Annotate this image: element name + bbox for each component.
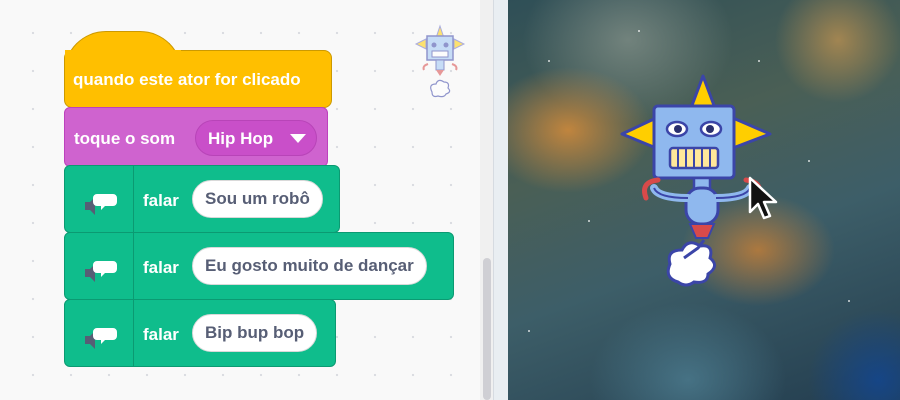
say-text-input[interactable]: Eu gosto muito de dançar (192, 247, 427, 285)
say-icon-column (65, 166, 134, 232)
mouse-pointer-icon (748, 176, 778, 220)
pane-divider (493, 0, 508, 400)
robot-sprite-thumbnail-icon (414, 24, 466, 98)
speech-speaker-icon (85, 328, 117, 349)
say-block-label: falar (143, 325, 179, 344)
say-icon-column (65, 233, 134, 299)
speech-speaker-icon (85, 261, 117, 282)
say-icon-column (65, 300, 134, 366)
say-block-label: falar (143, 258, 179, 277)
chevron-down-icon (290, 134, 306, 143)
speech-speaker-icon (85, 194, 117, 215)
star (548, 60, 550, 62)
code-scrollbar-thumb[interactable] (483, 258, 491, 400)
star (588, 220, 590, 222)
star (808, 160, 810, 162)
say-block-label: falar (143, 191, 179, 210)
play-sound-block[interactable]: toque o som Hip Hop (64, 107, 328, 167)
say-text-input[interactable]: Bip bup bop (192, 314, 318, 352)
say-block-2[interactable]: falar Eu gosto muito de dançar (64, 232, 454, 300)
star (848, 300, 850, 302)
sound-dropdown[interactable]: Hip Hop (195, 120, 317, 156)
star (638, 30, 640, 32)
star (528, 330, 530, 332)
say-text-input[interactable]: Sou um robô (192, 180, 323, 218)
star (758, 60, 760, 62)
sound-dropdown-value: Hip Hop (208, 129, 274, 148)
hat-cap-seam (65, 50, 181, 74)
say-block-1[interactable]: falar Sou um robô (64, 165, 340, 233)
play-sound-label: toque o som (74, 129, 176, 148)
say-block-3[interactable]: falar Bip bup bop (64, 299, 336, 367)
stage[interactable] (508, 0, 900, 400)
